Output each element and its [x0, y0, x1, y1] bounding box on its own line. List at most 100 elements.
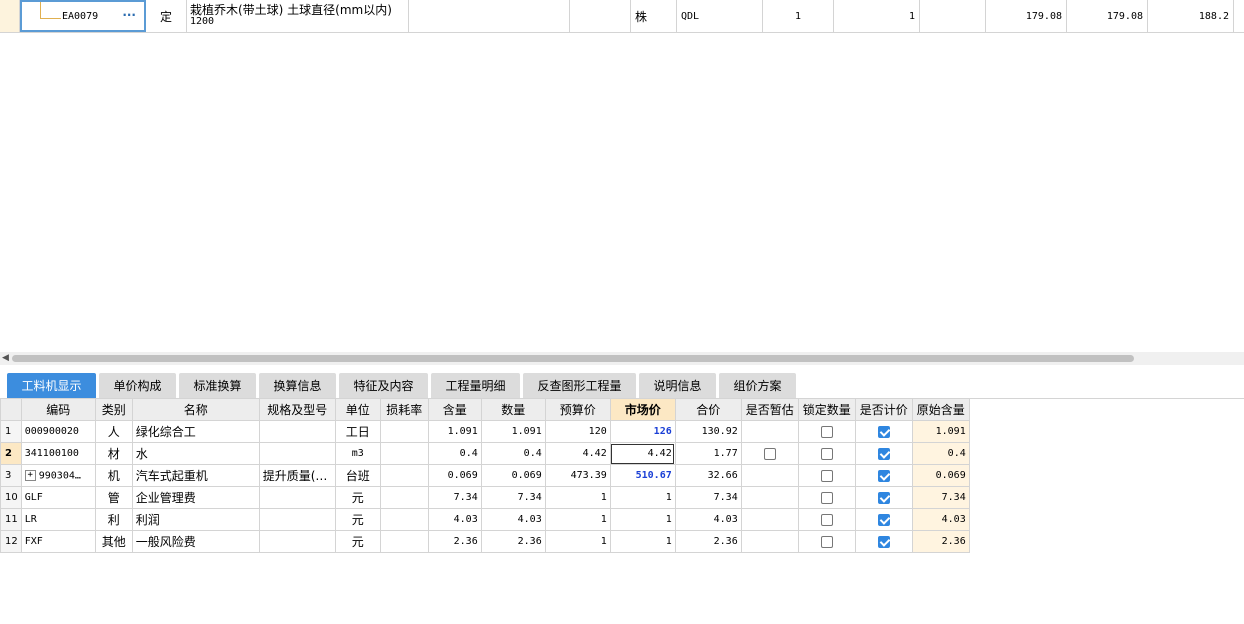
spec-cell[interactable]: [258, 420, 336, 443]
content-cell[interactable]: 4.03: [427, 508, 482, 531]
table-row[interactable]: 2 341100100 材 水 m3 0.4 0.4 4.42 4.42 1.7…: [0, 442, 970, 465]
spec-cell[interactable]: [258, 486, 336, 509]
loss-cell[interactable]: [379, 442, 429, 465]
original-cell[interactable]: 1.091: [911, 420, 970, 443]
unit-cell[interactable]: 元: [334, 486, 381, 509]
table-row[interactable]: 10 GLF 管 企业管理费 元 7.34 7.34 1 1 7.34 7.34: [0, 486, 970, 509]
estimate-cell[interactable]: [740, 508, 799, 531]
header-quantity[interactable]: 数量: [480, 398, 546, 421]
type-cell[interactable]: 定: [146, 0, 187, 32]
spec-cell[interactable]: 提升质量(…: [258, 464, 336, 487]
header-estimate[interactable]: 是否暂估: [740, 398, 799, 421]
lock-cell[interactable]: [797, 486, 856, 509]
code-cell[interactable]: FXF: [20, 530, 96, 553]
original-cell[interactable]: 2.36: [911, 530, 970, 553]
market-cell[interactable]: 126: [609, 420, 676, 443]
expr-cell[interactable]: QDL: [677, 0, 763, 32]
name-cell[interactable]: 一般风险费: [131, 530, 260, 553]
lock-cell[interactable]: [797, 464, 856, 487]
more-button[interactable]: ···: [122, 8, 136, 22]
quantity-cell[interactable]: 4.03: [480, 508, 546, 531]
header-category[interactable]: 类别: [94, 398, 133, 421]
lock-checkbox[interactable]: [820, 514, 833, 526]
table-row[interactable]: 3 +990304… 机 汽车式起重机 提升质量(… 台班 0.069 0.06…: [0, 464, 970, 487]
name-cell[interactable]: 企业管理费: [131, 486, 260, 509]
unit-cell[interactable]: 元: [334, 530, 381, 553]
priced-cell[interactable]: [854, 508, 913, 531]
total-cell[interactable]: 1.77: [674, 442, 742, 465]
market-cell[interactable]: 1: [609, 530, 676, 553]
tab-graphic-quantity[interactable]: 反查图形工程量: [523, 373, 636, 398]
tab-features[interactable]: 特征及内容: [339, 373, 428, 398]
estimate-cell[interactable]: [740, 530, 799, 553]
budget-cell[interactable]: 4.42: [544, 442, 611, 465]
quantity-cell[interactable]: 0.069: [480, 464, 546, 487]
estimate-cell[interactable]: [740, 442, 799, 465]
priced-cell[interactable]: [854, 486, 913, 509]
market-cell[interactable]: 4.42: [609, 442, 676, 465]
qty2-cell[interactable]: 1: [834, 0, 920, 32]
header-loss[interactable]: 损耗率: [379, 398, 429, 421]
header-lock[interactable]: 锁定数量: [797, 398, 856, 421]
tab-unit-price[interactable]: 单价构成: [99, 373, 176, 398]
quantity-cell[interactable]: 1.091: [480, 420, 546, 443]
total-cell[interactable]: 7.34: [674, 486, 742, 509]
estimate-cell[interactable]: [740, 420, 799, 443]
name-cell[interactable]: 汽车式起重机: [131, 464, 260, 487]
content-cell[interactable]: 1.091: [427, 420, 482, 443]
total-cell[interactable]: 4.03: [674, 508, 742, 531]
budget-cell[interactable]: 473.39: [544, 464, 611, 487]
lock-checkbox[interactable]: [820, 470, 833, 482]
header-name[interactable]: 名称: [131, 398, 260, 421]
blank-cell[interactable]: [920, 0, 986, 32]
priced-checkbox[interactable]: [877, 426, 890, 438]
content-cell[interactable]: 0.4: [427, 442, 482, 465]
lock-checkbox[interactable]: [820, 536, 833, 548]
spec-cell[interactable]: [258, 530, 336, 553]
priced-cell[interactable]: [854, 464, 913, 487]
priced-checkbox[interactable]: [877, 514, 890, 526]
code-cell[interactable]: GLF: [20, 486, 96, 509]
name-cell[interactable]: 绿化综合工: [131, 420, 260, 443]
header-budget[interactable]: 预算价: [544, 398, 611, 421]
quantity-cell[interactable]: 0.4: [480, 442, 546, 465]
category-cell[interactable]: 其他: [94, 530, 133, 553]
content-cell[interactable]: 7.34: [427, 486, 482, 509]
table-row[interactable]: 12 FXF 其他 一般风险费 元 2.36 2.36 1 1 2.36 2.3…: [0, 530, 970, 553]
tab-conversion-info[interactable]: 换算信息: [259, 373, 336, 398]
row-number[interactable]: 3: [0, 464, 22, 487]
header-code[interactable]: 编码: [20, 398, 96, 421]
budget-cell[interactable]: 1: [544, 508, 611, 531]
spec-cell[interactable]: [258, 442, 336, 465]
row-number[interactable]: 10: [0, 486, 22, 509]
code-cell[interactable]: EA0079 ···: [20, 0, 146, 32]
category-cell[interactable]: 管: [94, 486, 133, 509]
loss-cell[interactable]: [379, 486, 429, 509]
quantity-cell[interactable]: 2.36: [480, 530, 546, 553]
header-unit[interactable]: 单位: [334, 398, 381, 421]
estimate-checkbox[interactable]: [763, 448, 776, 460]
spec-cell[interactable]: [409, 0, 570, 32]
top-grid-row[interactable]: EA0079 ··· 定 栽植乔木(带土球) 土球直径(mm以内) 1200 株…: [0, 0, 1244, 33]
market-cell[interactable]: 1: [609, 508, 676, 531]
market-cell[interactable]: 510.67: [609, 464, 676, 487]
lock-cell[interactable]: [797, 442, 856, 465]
unit-cell[interactable]: 元: [334, 508, 381, 531]
priced-checkbox[interactable]: [877, 536, 890, 548]
tab-standard-conversion[interactable]: 标准换算: [179, 373, 256, 398]
category-cell[interactable]: 机: [94, 464, 133, 487]
market-cell[interactable]: 1: [609, 486, 676, 509]
lock-checkbox[interactable]: [820, 492, 833, 504]
lock-cell[interactable]: [797, 508, 856, 531]
budget-cell[interactable]: 1: [544, 530, 611, 553]
total-cell[interactable]: 130.92: [674, 420, 742, 443]
tab-labor-material-machine[interactable]: 工料机显示: [7, 373, 96, 398]
original-cell[interactable]: 0.069: [911, 464, 970, 487]
tab-description[interactable]: 说明信息: [639, 373, 716, 398]
priced-checkbox[interactable]: [877, 470, 890, 482]
table-row[interactable]: 1 000900020 人 绿化综合工 工日 1.091 1.091 120 1…: [0, 420, 970, 443]
total-cell[interactable]: 2.36: [674, 530, 742, 553]
category-cell[interactable]: 材: [94, 442, 133, 465]
header-content[interactable]: 含量: [427, 398, 482, 421]
original-cell[interactable]: 0.4: [911, 442, 970, 465]
